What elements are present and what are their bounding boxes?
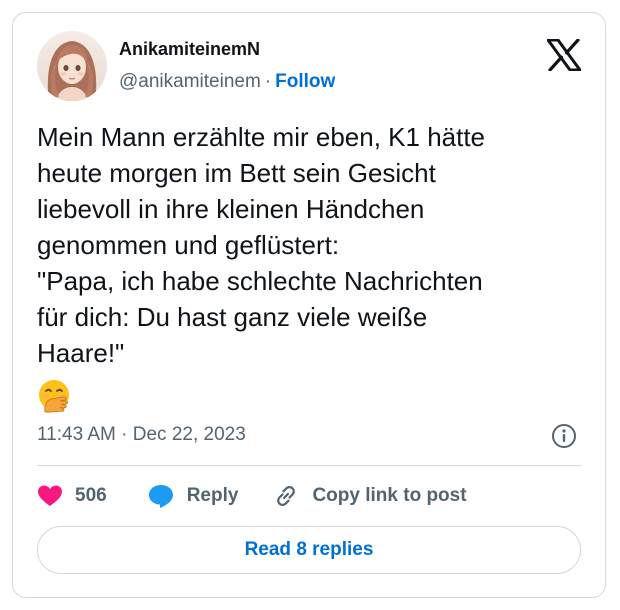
info-icon[interactable] [551,423,577,449]
read-replies-button[interactable]: Read 8 replies [37,526,581,574]
separator-dot: · [264,71,272,92]
hand-over-mouth-emoji [37,379,71,413]
reply-button[interactable]: Reply [147,483,239,509]
display-name[interactable]: AnikamiteinemN [119,39,260,60]
user-handle[interactable]: @anikamiteinem [119,71,261,92]
divider [37,465,581,466]
like-button[interactable]: 506 [37,484,107,508]
reply-bubble-icon [147,483,175,509]
tweet-text: Mein Mann erzählte mir eben, K1 hätte he… [37,119,577,371]
tweet-line: Mein Mann erzählte mir eben, K1 hätte [37,122,486,152]
avatar[interactable] [37,31,107,101]
x-logo-icon[interactable] [546,38,582,72]
handle-row: @anikamiteinem · Follow [119,71,335,93]
like-count: 506 [75,485,107,506]
link-icon [272,482,300,510]
tweet-line: genommen und geflüstert: [37,230,340,260]
copy-link-label: Copy link to post [312,485,467,506]
tweet-card: AnikamiteinemN @anikamiteinem · Follow Mei… [12,12,606,598]
timestamp[interactable]: 11:43 AM · Dec 22, 2023 [37,424,246,446]
tweet-line: für dich: Du hast ganz viele weiße [37,302,428,332]
heart-icon [37,484,63,508]
tweet-line: Haare!" [37,338,125,368]
reply-label: Reply [186,485,239,506]
tweet-line: liebevoll in ihre kleinen Händchen [37,194,425,224]
tweet-line: "Papa, ich habe schlechte Nachrichten [37,266,483,296]
action-bar: 506 Reply Copy link to post [37,481,467,511]
follow-button[interactable]: Follow [275,71,335,92]
tweet-line: heute morgen im Bett sein Gesicht [37,158,436,188]
copy-link-button[interactable]: Copy link to post [272,482,467,510]
